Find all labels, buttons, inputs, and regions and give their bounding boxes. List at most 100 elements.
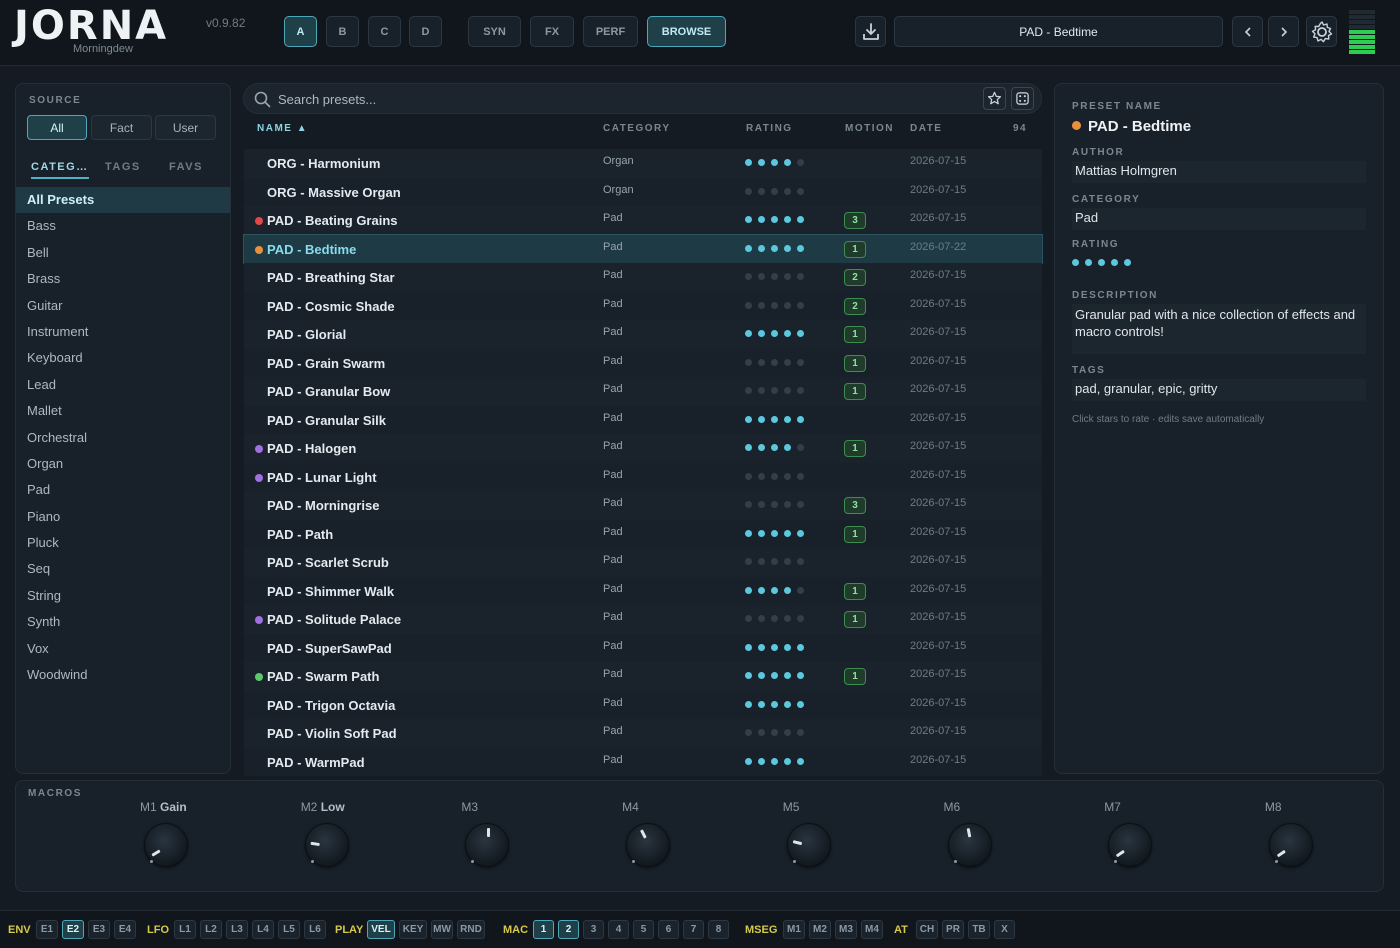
- preset-rating[interactable]: [745, 216, 809, 224]
- preset-rating[interactable]: [745, 672, 809, 680]
- preset-row[interactable]: PAD - Scarlet Scrub Pad 2026-07-15: [244, 548, 1042, 577]
- category-item[interactable]: Vox: [16, 636, 230, 662]
- rating-dot[interactable]: [797, 187, 804, 195]
- preset-rating[interactable]: [745, 586, 809, 595]
- save-preset-button[interactable]: [855, 16, 886, 47]
- rating-dot[interactable]: [758, 529, 765, 537]
- preset-row[interactable]: PAD - SuperSawPad Pad 2026-07-15: [244, 633, 1042, 662]
- preset-rating[interactable]: [745, 729, 809, 737]
- rating-dot[interactable]: [745, 643, 752, 651]
- column-header-motion[interactable]: MOTION: [845, 123, 894, 134]
- mod-source-button[interactable]: 4: [608, 920, 629, 939]
- rating-dot[interactable]: [797, 444, 804, 451]
- slot-d-button[interactable]: D: [409, 16, 442, 47]
- rating-dot[interactable]: [745, 529, 752, 537]
- mod-source-button[interactable]: M4: [861, 920, 883, 939]
- preset-rating[interactable]: [745, 529, 809, 538]
- preset-color-dot[interactable]: [1072, 121, 1081, 130]
- rating-dot[interactable]: [758, 244, 765, 252]
- preset-rating[interactable]: [745, 472, 809, 481]
- mod-source-button[interactable]: E1: [36, 920, 58, 939]
- column-header-rating[interactable]: RATING: [746, 123, 793, 134]
- rating-dot[interactable]: [758, 729, 765, 736]
- settings-button[interactable]: [1306, 16, 1337, 47]
- tab-tags[interactable]: TAGS: [105, 161, 141, 173]
- rating-dot[interactable]: [784, 700, 791, 708]
- mod-source-button[interactable]: RND: [457, 920, 485, 939]
- rating-dot[interactable]: [797, 529, 804, 537]
- category-item[interactable]: Synth: [16, 609, 230, 635]
- rating-dot[interactable]: [797, 586, 804, 594]
- rating-dot[interactable]: [784, 501, 791, 508]
- category-item[interactable]: Bell: [16, 240, 230, 266]
- rating-dot[interactable]: [784, 615, 791, 622]
- rating-dot[interactable]: [797, 159, 804, 166]
- mod-source-button[interactable]: E2: [62, 920, 84, 939]
- view-browse-button[interactable]: BROWSE: [647, 16, 726, 47]
- category-item[interactable]: Seq: [16, 556, 230, 582]
- category-item[interactable]: String: [16, 583, 230, 609]
- rating-dot[interactable]: [745, 273, 752, 280]
- macro-knob[interactable]: [786, 823, 831, 867]
- rating-dot[interactable]: [758, 187, 765, 195]
- mod-source-button[interactable]: M1: [783, 920, 805, 939]
- rating-dot[interactable]: [784, 558, 791, 565]
- rating-dot[interactable]: [797, 273, 804, 280]
- rating-dot[interactable]: [745, 159, 752, 166]
- rating-dot[interactable]: [784, 187, 791, 195]
- mod-source-button[interactable]: M2: [809, 920, 831, 939]
- category-item[interactable]: Guitar: [16, 293, 230, 319]
- preset-rating[interactable]: [745, 358, 809, 367]
- rating-dot[interactable]: [745, 301, 752, 309]
- preset-name-value[interactable]: PAD - Bedtime: [1088, 118, 1191, 135]
- mod-source-button[interactable]: MW: [431, 920, 453, 939]
- preset-row[interactable]: PAD - Trigon Octavia Pad 2026-07-15: [244, 690, 1042, 719]
- macro-knob[interactable]: [947, 823, 992, 867]
- category-item[interactable]: Lead: [16, 372, 230, 398]
- macro-knob[interactable]: [304, 823, 349, 867]
- rating-dot[interactable]: [758, 672, 765, 679]
- rating-dot[interactable]: [797, 672, 804, 679]
- slot-a-button[interactable]: A: [284, 16, 317, 47]
- macro-knob[interactable]: [1268, 823, 1313, 867]
- mod-source-button[interactable]: VEL: [367, 920, 395, 939]
- rating-dot[interactable]: [771, 159, 778, 166]
- preset-rating[interactable]: [745, 444, 809, 452]
- preset-rating[interactable]: [745, 643, 809, 652]
- rating-dot[interactable]: [771, 216, 778, 223]
- mod-source-button[interactable]: L4: [252, 920, 274, 939]
- rating-dot[interactable]: [771, 586, 778, 594]
- category-item[interactable]: Pad: [16, 477, 230, 503]
- description-field[interactable]: Granular pad with a nice collection of e…: [1072, 304, 1366, 354]
- preset-row[interactable]: PAD - Beating Grains Pad 3 2026-07-15: [244, 206, 1042, 235]
- rating-dot[interactable]: [745, 216, 752, 223]
- preset-rating[interactable]: [745, 187, 809, 196]
- rating-stars[interactable]: [1072, 259, 1142, 267]
- next-preset-button[interactable]: [1268, 16, 1299, 47]
- rating-dot[interactable]: [758, 387, 765, 394]
- author-field[interactable]: Mattias Holmgren: [1072, 161, 1366, 183]
- preset-rating[interactable]: [745, 159, 809, 167]
- macro-knob[interactable]: [626, 823, 671, 867]
- rating-dot[interactable]: [745, 729, 752, 736]
- category-field[interactable]: Pad: [1072, 208, 1366, 230]
- rating-dot[interactable]: [758, 558, 765, 565]
- preset-row[interactable]: PAD - Solitude Palace Pad 1 2026-07-15: [244, 605, 1042, 634]
- rating-dot[interactable]: [771, 472, 778, 480]
- rating-dot[interactable]: [784, 216, 791, 223]
- rating-dot[interactable]: [745, 187, 752, 195]
- rating-dot[interactable]: [797, 301, 804, 309]
- preset-row[interactable]: PAD - Lunar Light Pad 2026-07-15: [244, 462, 1042, 491]
- mod-source-button[interactable]: E3: [88, 920, 110, 939]
- rating-dot[interactable]: [771, 387, 778, 394]
- rating-dot[interactable]: [797, 216, 804, 223]
- preset-row[interactable]: PAD - Granular Silk Pad 2026-07-15: [244, 405, 1042, 434]
- preset-row[interactable]: PAD - Granular Bow Pad 1 2026-07-15: [244, 377, 1042, 406]
- rating-dot[interactable]: [758, 159, 765, 166]
- preset-row[interactable]: PAD - Morningrise Pad 3 2026-07-15: [244, 491, 1042, 520]
- rating-dot[interactable]: [758, 472, 765, 480]
- rating-dot[interactable]: [1098, 259, 1105, 266]
- rating-dot[interactable]: [745, 757, 752, 765]
- rating-dot[interactable]: [784, 586, 791, 594]
- rating-dot[interactable]: [797, 415, 804, 423]
